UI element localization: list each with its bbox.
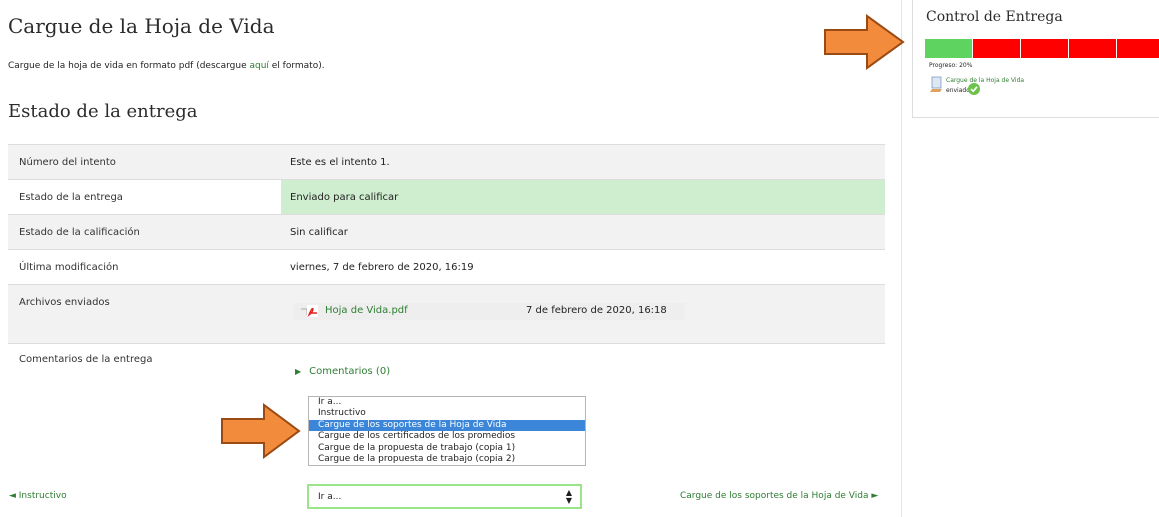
completion-block: Control de Entrega Progreso: 20% Cargue … [912, 0, 1159, 118]
activity-status: enviado [946, 87, 970, 94]
jump-option-ir-a[interactable]: Ir a... [309, 397, 585, 408]
jump-menu-dropdown[interactable]: Ir a... Instructivo Cargue de los soport… [308, 396, 586, 467]
progress-segment[interactable] [1069, 39, 1117, 58]
comments-link-label: Comentarios (0) [309, 366, 391, 377]
progress-segment[interactable] [1117, 39, 1159, 58]
pdf-icon [301, 305, 319, 320]
page-title: Cargue de la Hoja de Vida [8, 14, 275, 38]
jump-option-instructivo[interactable]: Instructivo [309, 408, 585, 419]
submission-status-value: Enviado para calificar [281, 179, 885, 215]
table-row: Estado de la entrega Enviado para califi… [8, 179, 885, 215]
jump-option-propuesta-copia-1[interactable]: Cargue de la propuesta de trabajo (copia… [309, 443, 585, 454]
table-row: Estado de la calificación Sin calificar [8, 214, 885, 250]
jump-select-value: Ir a... [318, 492, 342, 502]
jump-to-select[interactable]: Ir a... ▲ ▼ [307, 484, 582, 509]
intro-text-start: Cargue de la hoja de vida en formato pdf… [8, 61, 250, 71]
jump-option-propuesta-copia-2[interactable]: Cargue de la propuesta de trabajo (copia… [309, 454, 585, 465]
jump-option-soportes-hoja-de-vida[interactable]: Cargue de los soportes de la Hoja de Vid… [309, 419, 585, 432]
attempt-label: Número del intento [8, 144, 281, 180]
file-entry: Hoja de Vida.pdf 7 de febrero de 2020, 1… [293, 303, 685, 320]
table-row: Última modificación viernes, 7 de febrer… [8, 249, 885, 285]
format-download-link[interactable]: aquí [249, 61, 268, 71]
intro-text: Cargue de la hoja de vida en formato pdf… [8, 61, 325, 71]
progress-segment[interactable] [925, 39, 973, 58]
progress-segment[interactable] [1021, 39, 1069, 58]
expand-triangle-icon: ▶ [295, 367, 302, 376]
annotation-arrow [823, 14, 907, 73]
table-row: Número del intento Este es el intento 1. [8, 144, 885, 180]
check-icon [968, 83, 980, 97]
attempt-value: Este es el intento 1. [281, 144, 885, 180]
submitted-files-cell: Hoja de Vida.pdf 7 de febrero de 2020, 1… [281, 284, 885, 344]
progress-bar [925, 39, 1159, 58]
submitted-file-link[interactable]: Hoja de Vida.pdf [325, 305, 408, 316]
document-icon [930, 76, 944, 94]
last-modified-value: viernes, 7 de febrero de 2020, 16:19 [281, 249, 885, 285]
grading-status-label: Estado de la calificación [8, 214, 281, 250]
grading-status-value: Sin calificar [281, 214, 885, 250]
status-heading: Estado de la entrega [8, 101, 198, 122]
submitted-files-label: Archivos enviados [8, 284, 281, 344]
file-date: 7 de febrero de 2020, 16:18 [526, 305, 667, 316]
intro-text-end: el formato). [268, 61, 325, 71]
activity-link[interactable]: Cargue de la Hoja de Vida [946, 77, 1024, 84]
submission-status-table: Número del intento Este es el intento 1.… [8, 144, 885, 434]
annotation-arrow [220, 403, 302, 462]
next-activity-link[interactable]: Cargue de los soportes de la Hoja de Vid… [680, 491, 878, 501]
last-modified-label: Última modificación [8, 249, 281, 285]
updown-icon: ▲ ▼ [565, 488, 572, 505]
submission-status-label: Estado de la entrega [8, 179, 281, 215]
jump-option-certificados-promedios[interactable]: Cargue de los certificados de los promed… [309, 431, 585, 442]
progress-segment[interactable] [973, 39, 1021, 58]
previous-activity-link[interactable]: ◄ Instructivo [9, 491, 67, 501]
table-row: Archivos enviados Hoja de Vida.pdf 7 de … [8, 284, 885, 344]
progress-text: Progreso: 20% [929, 62, 973, 69]
comments-toggle[interactable]: ▶ Comentarios (0) [295, 366, 885, 377]
sidebar: Control de Entrega Progreso: 20% Cargue … [901, 0, 1159, 517]
block-title: Control de Entrega [926, 9, 1063, 25]
